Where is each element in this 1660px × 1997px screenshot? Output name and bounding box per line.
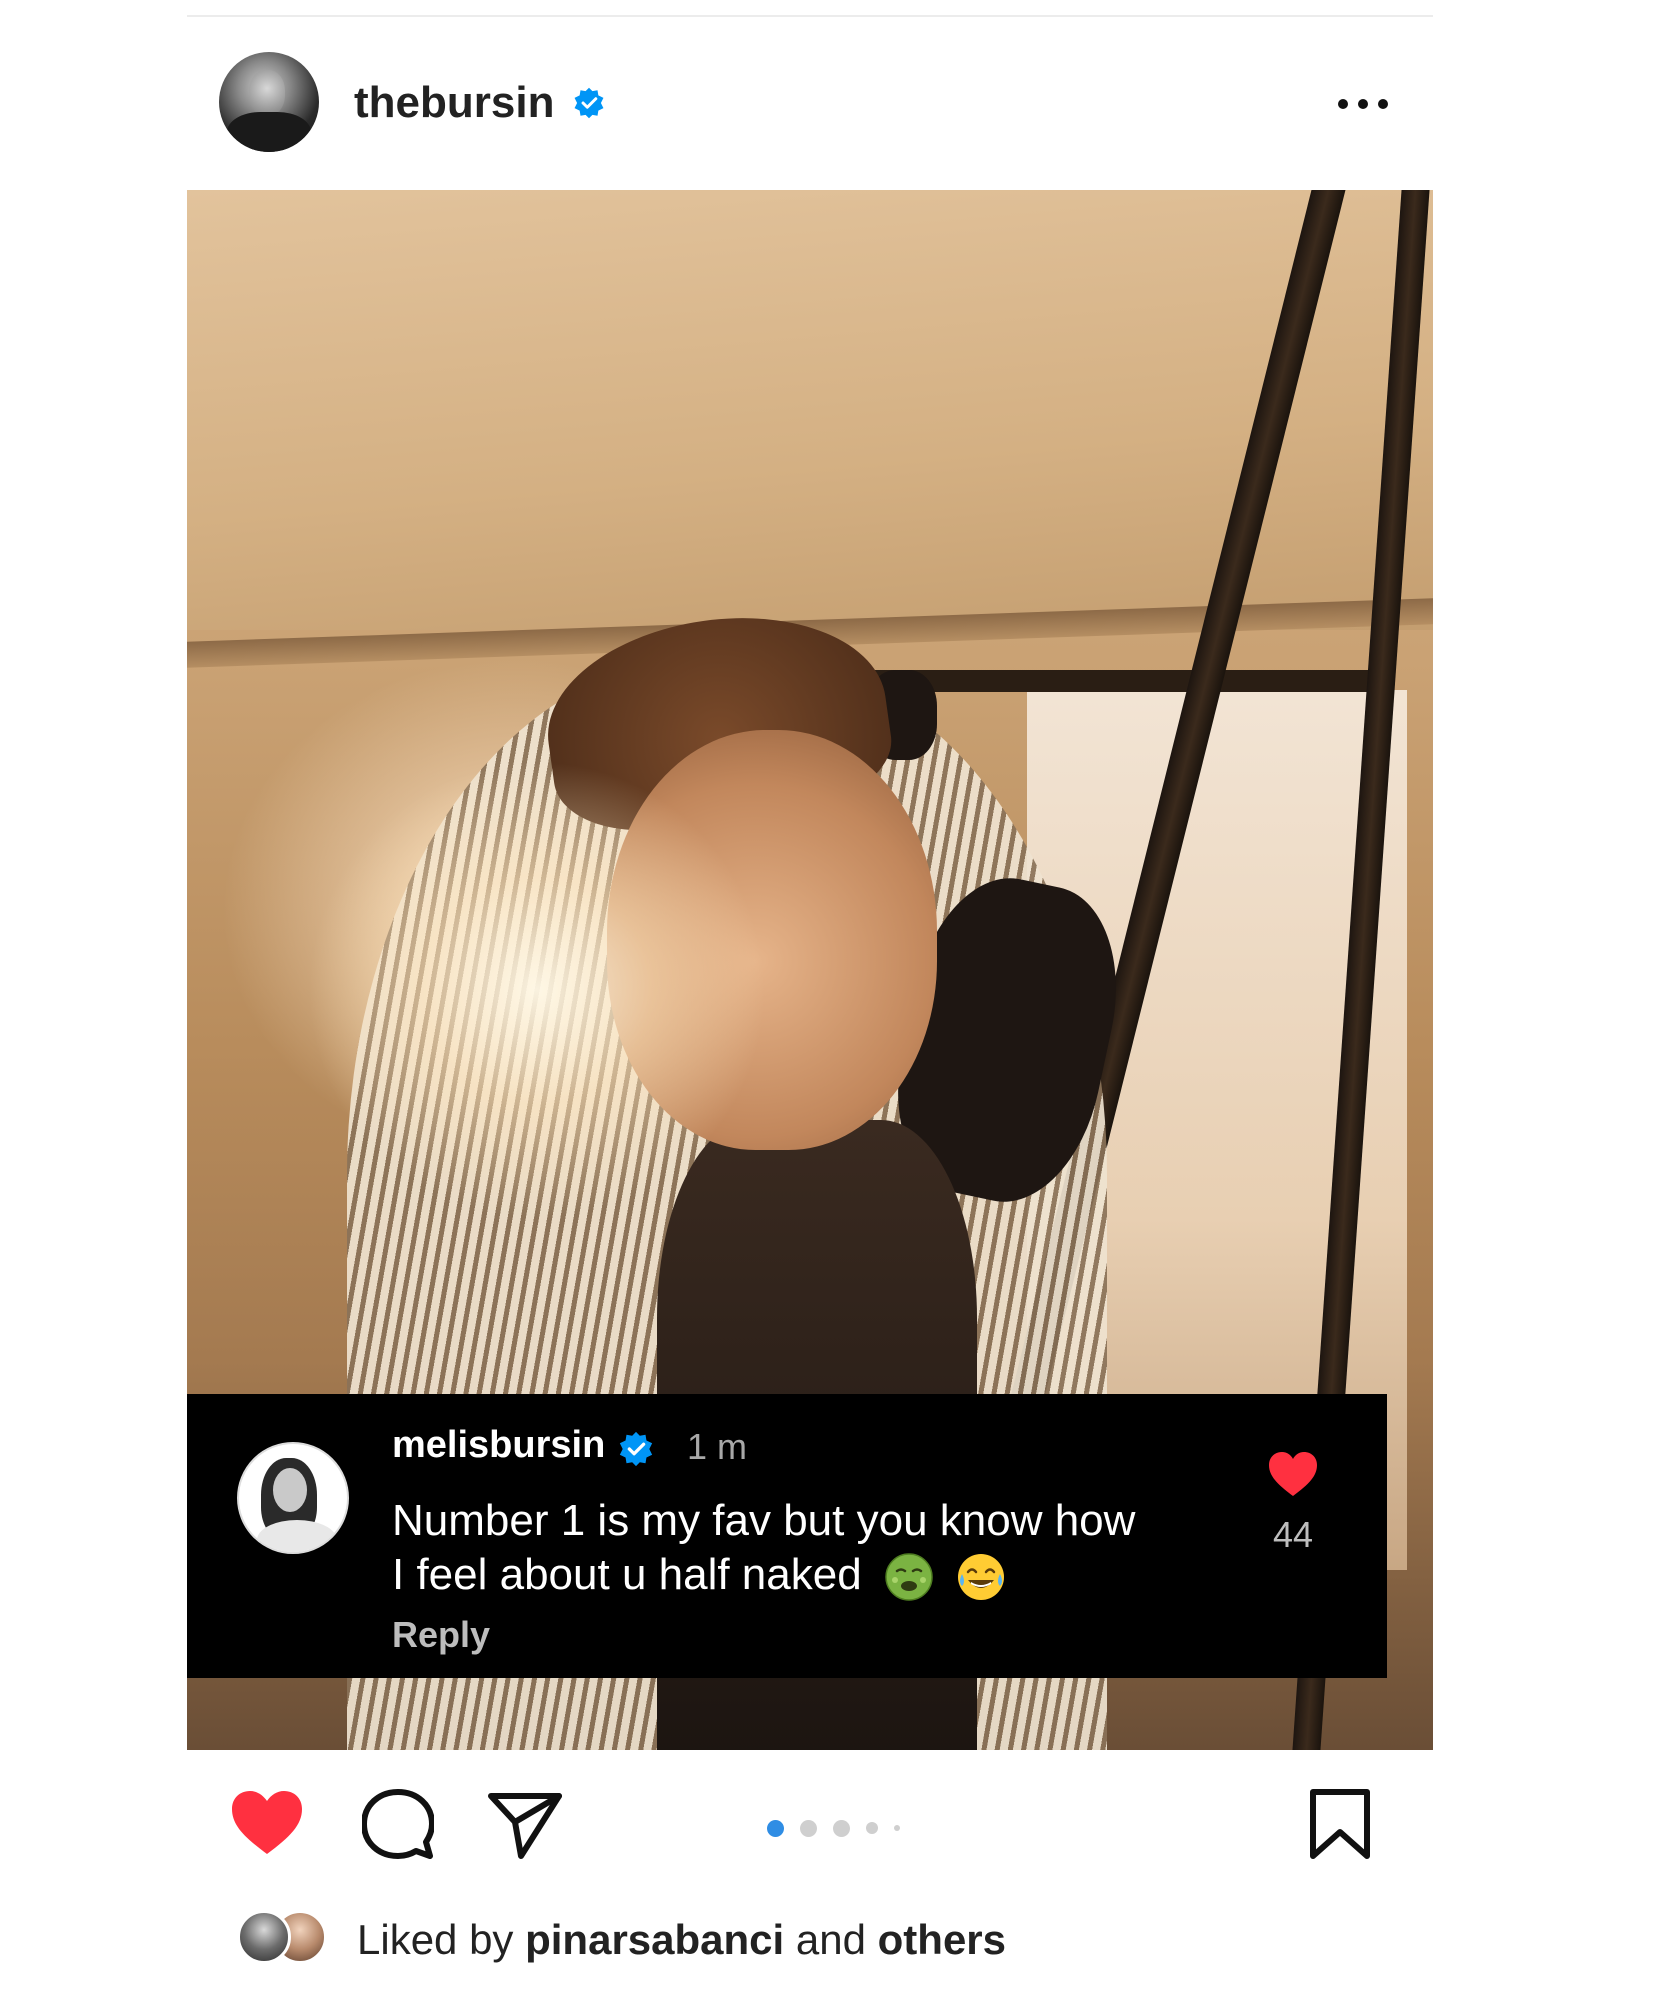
comment-text-line2-wrap: I feel about u half naked [392,1548,1212,1602]
comment-text: Number 1 is my fav but you know how I fe… [392,1494,1212,1602]
top-divider [187,15,1433,17]
commenter-username[interactable]: melisbursin [392,1424,605,1467]
liker-avatar[interactable] [237,1910,291,1964]
comment-like-heart-icon[interactable] [1267,1450,1319,1498]
author-avatar[interactable] [219,52,319,152]
post-header: thebursin [187,40,1433,170]
save-bookmark-icon[interactable] [1307,1788,1373,1860]
carousel-dot [800,1819,817,1837]
tears-of-joy-emoji-icon [958,1554,1005,1601]
reply-button[interactable]: Reply [392,1614,490,1656]
carousel-dot [894,1825,900,1831]
liked-by-others[interactable]: others [878,1916,1006,1963]
comment-timestamp: 1 m [687,1426,748,1467]
liked-by-middle: and [795,1916,866,1963]
carousel-dot [866,1822,878,1834]
comment-text-line1: Number 1 is my fav but you know how [392,1496,1136,1545]
liked-by-prefix: Liked by [357,1916,514,1963]
more-options-icon[interactable] [1338,98,1388,110]
liked-by-user[interactable]: pinarsabanci [525,1916,784,1963]
carousel-dot [833,1819,850,1837]
author-username[interactable]: thebursin [354,78,554,128]
comment-bubble-icon[interactable] [362,1788,434,1860]
commenter-avatar[interactable] [237,1442,349,1554]
comment-text-line2: I feel about u half naked [392,1550,862,1599]
nauseated-face-emoji-icon [885,1553,933,1602]
commenter-verified-badge-icon [619,1431,653,1467]
carousel-dot-active [767,1819,784,1837]
share-paper-plane-icon[interactable] [487,1788,563,1860]
liked-by-text: Liked by pinarsabanci and others [357,1916,1006,1964]
post-action-bar [187,1770,1433,1880]
carousel-dots [767,1818,900,1838]
comment-like-count: 44 [1272,1514,1314,1555]
verified-badge-icon [574,87,604,119]
liked-by-row: Liked by pinarsabanci and others [187,1900,1433,1970]
comment-overlay: melisbursin 1 m Number 1 is my fav but y… [187,1394,1387,1678]
like-heart-icon[interactable] [229,1788,305,1856]
